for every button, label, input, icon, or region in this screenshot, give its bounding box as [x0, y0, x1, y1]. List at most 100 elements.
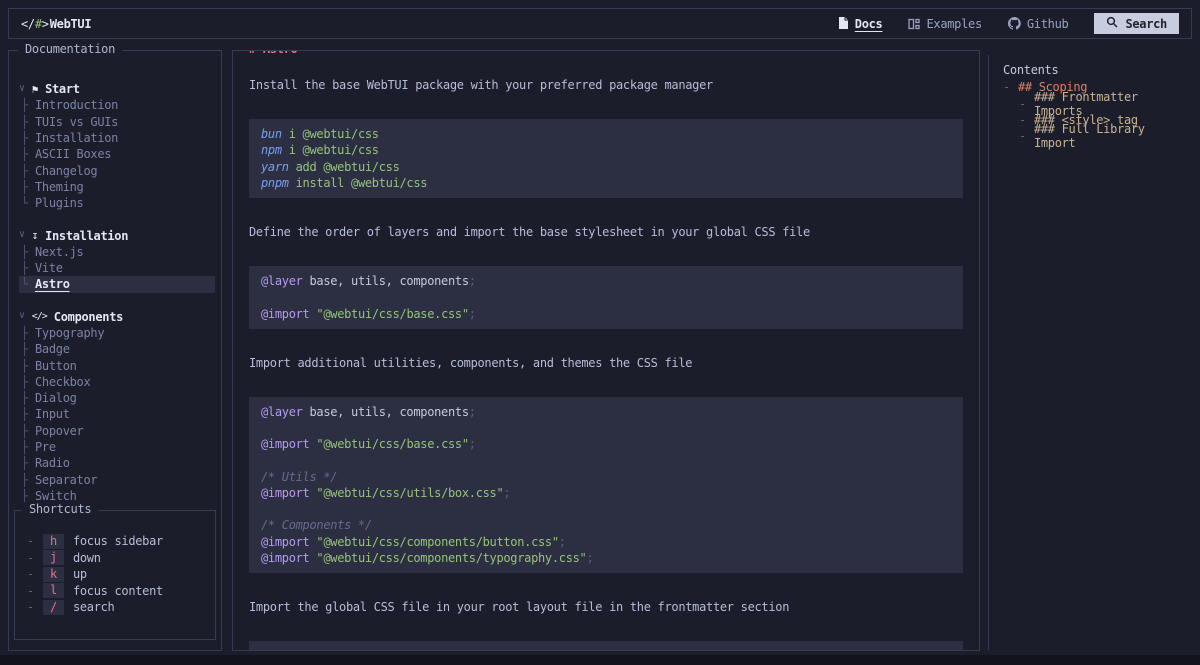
- sidebar-item-label: Dialog: [35, 391, 77, 405]
- tree-branch-glyph: ├: [21, 407, 35, 421]
- sidebar-item-separator[interactable]: ├Separator: [19, 472, 215, 488]
- tree-branch-glyph: ├: [21, 440, 35, 454]
- tree-branch-glyph: ├: [21, 424, 35, 438]
- sidebar-item-popover[interactable]: ├Popover: [19, 423, 215, 439]
- nav-github[interactable]: Github: [1008, 17, 1069, 31]
- sidebar-item-badge[interactable]: ├Badge: [19, 341, 215, 357]
- code-icon: </>: [32, 311, 47, 322]
- nav-examples[interactable]: Examples: [908, 17, 981, 31]
- shortcut-down: -jdown: [27, 550, 215, 567]
- download-icon: ↧: [32, 229, 38, 242]
- code-line: [261, 453, 951, 469]
- dash-glyph: -: [1019, 97, 1026, 111]
- dash-glyph: -: [1019, 113, 1026, 127]
- sidebar-item-button[interactable]: ├Button: [19, 357, 215, 373]
- sidebar-item-installation[interactable]: ├Installation: [19, 130, 215, 146]
- nav-github-label: Github: [1027, 17, 1069, 31]
- sidebar-item-introduction[interactable]: ├Introduction: [19, 97, 215, 113]
- shortcuts-legend: Shortcuts: [22, 502, 98, 516]
- sidebar-section-installation: ∨↧Installation├Next.js├Vite└Astro: [19, 227, 215, 292]
- tree-branch-glyph: ├: [21, 326, 35, 340]
- article-body: Install the base WebTUI package with you…: [233, 51, 979, 651]
- tree-branch-glyph: ├: [21, 473, 35, 487]
- sidebar-item-label: Next.js: [35, 245, 83, 259]
- tree-branch-glyph: └: [21, 277, 35, 291]
- shortcut-key: /: [43, 600, 64, 615]
- toc-item-frontmatter-imports[interactable]: -### Frontmatter Imports: [1003, 96, 1192, 112]
- sidebar-section-header-installation[interactable]: ∨↧Installation: [19, 227, 215, 243]
- sidebar-item-typography[interactable]: ├Typography: [19, 325, 215, 341]
- tree-branch-glyph: ├: [21, 147, 35, 161]
- sidebar-item-changelog[interactable]: ├Changelog: [19, 162, 215, 178]
- sidebar-item-astro[interactable]: └Astro: [19, 276, 215, 292]
- sidebar-item-label: Input: [35, 407, 70, 421]
- sidebar-section-title: Components: [54, 310, 123, 324]
- sidebar-item-label: Astro: [35, 277, 70, 291]
- code-line: [261, 289, 951, 305]
- nav-docs[interactable]: Docs: [838, 17, 883, 31]
- code-line: [261, 420, 951, 436]
- sidebar-item-label: Theming: [35, 180, 83, 194]
- tree-branch-glyph: ├: [21, 131, 35, 145]
- logo-hash: #: [35, 17, 42, 31]
- sidebar-item-label: Badge: [35, 342, 70, 356]
- logo-name: WebTUI: [50, 17, 92, 31]
- tree-branch-glyph: ├: [21, 98, 35, 112]
- nav-docs-label: Docs: [855, 17, 883, 31]
- sidebar-item-ascii-boxes[interactable]: ├ASCII Boxes: [19, 146, 215, 162]
- sidebar-item-dialog[interactable]: ├Dialog: [19, 390, 215, 406]
- code-line: /* Components */: [261, 517, 951, 533]
- search-button[interactable]: Search: [1094, 13, 1179, 34]
- sidebar-item-input[interactable]: ├Input: [19, 406, 215, 422]
- shortcut-focus-sidebar: -hfocus sidebar: [27, 533, 215, 550]
- sidebar-item-theming[interactable]: ├Theming: [19, 179, 215, 195]
- shortcut-key: l: [43, 583, 64, 598]
- code-block[interactable]: @layer base, utils, components; @import …: [249, 397, 963, 573]
- sidebar-item-plugins[interactable]: └Plugins: [19, 195, 215, 211]
- code-block[interactable]: bun i @webtui/cssnpm i @webtui/cssyarn a…: [249, 119, 963, 198]
- shortcut-key: h: [43, 534, 64, 549]
- documentation-sidebar: Documentation ∨⚑Start├Introduction├TUIs …: [8, 50, 222, 651]
- sidebar-item-label: TUIs vs GUIs: [35, 115, 118, 129]
- shortcut-key: j: [43, 550, 64, 565]
- sidebar-section-header-start[interactable]: ∨⚑Start: [19, 81, 215, 97]
- code-line: @layer base, utils, components;: [261, 404, 951, 420]
- tree-branch-glyph: ├: [21, 261, 35, 275]
- webtui-logo[interactable]: </#>WebTUI: [21, 17, 91, 31]
- sidebar-item-radio[interactable]: ├Radio: [19, 455, 215, 471]
- page-title: # Astro: [242, 50, 304, 56]
- chevron-down-icon: ∨: [19, 83, 25, 94]
- nav-examples-label: Examples: [926, 17, 981, 31]
- chevron-down-icon: ∨: [19, 229, 25, 240]
- sidebar-item-label: Radio: [35, 456, 70, 470]
- sidebar-item-next-js[interactable]: ├Next.js: [19, 244, 215, 260]
- dash-glyph: -: [27, 551, 34, 565]
- code-line: @layer base, utils, components;: [261, 273, 951, 289]
- shortcut-focus-content: -lfocus content: [27, 583, 215, 600]
- dash-glyph: -: [1019, 129, 1026, 143]
- sidebar-tree: ∨⚑Start├Introduction├TUIs vs GUIs├Instal…: [9, 51, 221, 504]
- paragraph: Define the order of layers and import th…: [249, 224, 963, 240]
- code-block[interactable]: [249, 641, 963, 651]
- tree-branch-glyph: ├: [21, 359, 35, 373]
- sidebar-item-label: Button: [35, 359, 77, 373]
- code-line: npm i @webtui/css: [261, 142, 951, 158]
- code-block[interactable]: @layer base, utils, components; @import …: [249, 266, 963, 329]
- sidebar-item-pre[interactable]: ├Pre: [19, 439, 215, 455]
- tree-branch-glyph: ├: [21, 342, 35, 356]
- sidebar-item-vite[interactable]: ├Vite: [19, 260, 215, 276]
- tree-branch-glyph: └: [21, 196, 35, 210]
- sidebar-item-tuis-vs-guis[interactable]: ├TUIs vs GUIs: [19, 114, 215, 130]
- sidebar-item-label: Typography: [35, 326, 104, 340]
- search-button-label: Search: [1125, 17, 1167, 31]
- sidebar-section-header-components[interactable]: ∨</>Components: [19, 309, 215, 325]
- dash-glyph: -: [27, 584, 34, 598]
- shortcut-description: search: [73, 600, 115, 614]
- tree-branch-glyph: ├: [21, 456, 35, 470]
- dash-glyph: -: [1003, 80, 1010, 94]
- sidebar-item-checkbox[interactable]: ├Checkbox: [19, 374, 215, 390]
- contents-panel: Contents -## Scoping-### Frontmatter Imp…: [988, 55, 1192, 650]
- github-icon: [1008, 17, 1021, 30]
- toc-item-full-library-import[interactable]: -### Full Library Import: [1003, 128, 1192, 144]
- sidebar-item-label: Popover: [35, 424, 83, 438]
